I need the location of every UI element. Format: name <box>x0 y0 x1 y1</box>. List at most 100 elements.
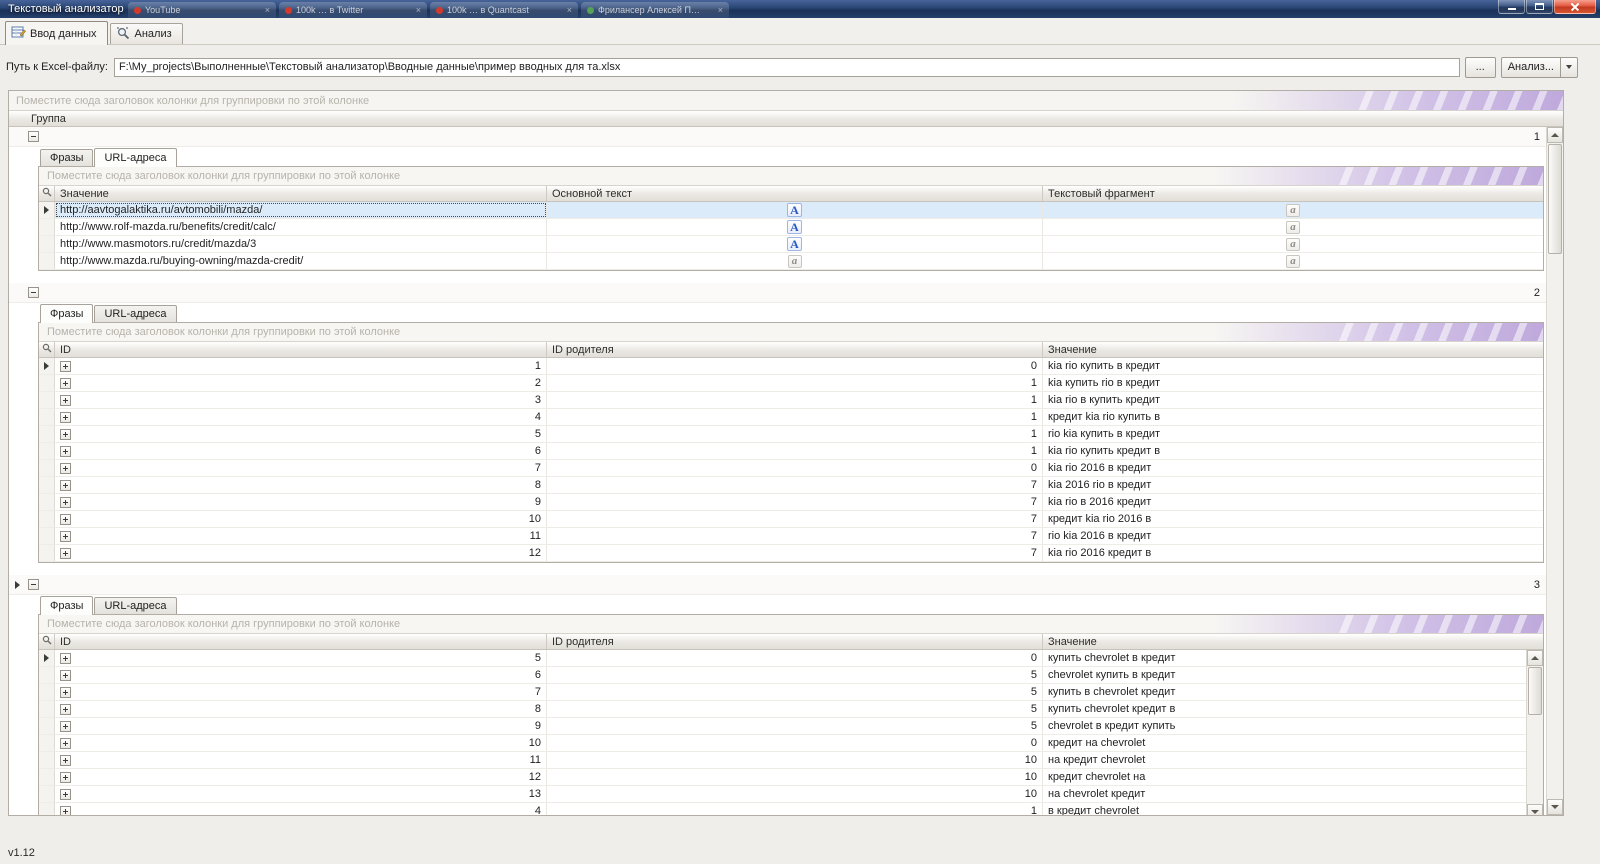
cell-id[interactable]: 9 <box>55 718 547 734</box>
browser-tab-close-icon[interactable]: × <box>718 5 723 15</box>
cell-value[interactable]: kia rio в 2016 кредит <box>1043 494 1543 510</box>
collapse-group-button[interactable] <box>28 131 39 142</box>
cell-id[interactable]: 10 <box>55 511 547 527</box>
table-row[interactable]: http://www.masmotors.ru/credit/mazda/3 Aa <box>39 236 1543 253</box>
cell-value[interactable]: кредит chevrolet на <box>1043 769 1526 785</box>
table-row[interactable]: 7 5 купить в chevrolet кредит <box>39 684 1526 701</box>
expand-row-button[interactable] <box>60 788 71 800</box>
browser-tab[interactable]: 100k … в Twitter × <box>279 2 427 18</box>
cell-text-fragment[interactable]: a <box>1043 253 1543 269</box>
cell-id[interactable]: 12 <box>55 545 547 561</box>
table-row[interactable]: 8 7 kia 2016 rio в кредит <box>39 477 1543 494</box>
cell-parent-id[interactable]: 7 <box>547 545 1043 561</box>
table-row[interactable]: 41в кредит chevrolet <box>39 803 1526 815</box>
fragment-empty-icon[interactable]: a <box>1286 220 1300 234</box>
table-row[interactable]: 12 7 kia rio 2016 кредит в <box>39 545 1543 562</box>
cell-parent-id[interactable]: 0 <box>547 358 1043 374</box>
cell-text-fragment[interactable]: a <box>1043 236 1543 252</box>
expand-row-button[interactable] <box>60 377 71 389</box>
group-by-panel[interactable]: Поместите сюда заголовок колонки для гру… <box>9 91 1563 111</box>
detail-tab[interactable]: URL-адреса <box>94 305 177 322</box>
cell-value[interactable]: http://www.rolf-mazda.ru/benefits/credit… <box>55 219 547 235</box>
cell-parent-id[interactable]: 5 <box>547 718 1043 734</box>
detail-tab[interactable]: URL-адреса <box>94 148 177 167</box>
table-row[interactable]: http://aavtogalaktika.ru/avtomobili/mazd… <box>39 202 1543 219</box>
browse-button[interactable]: ... <box>1464 56 1496 78</box>
cell-parent-id[interactable]: 5 <box>547 667 1043 683</box>
browser-tab[interactable]: YouTube × <box>128 2 276 18</box>
fragment-empty-icon[interactable]: a <box>1286 254 1300 268</box>
cell-id[interactable]: 12 <box>55 769 547 785</box>
table-row[interactable]: 13 10 на chevrolet кредит <box>39 786 1526 803</box>
table-row[interactable]: 10 7 кредит kia rio 2016 в <box>39 511 1543 528</box>
cell-parent-id[interactable]: 7 <box>547 528 1043 544</box>
table-row[interactable]: 6 1 kia rio купить кредит в <box>39 443 1543 460</box>
detail-tab[interactable]: URL-адреса <box>94 597 177 614</box>
expand-row-button[interactable] <box>60 754 71 766</box>
expand-row-button[interactable] <box>60 360 71 372</box>
cell-main-text[interactable]: a <box>547 253 1043 269</box>
main-text-filled-icon[interactable]: A <box>787 237 802 251</box>
cell-id[interactable]: 7 <box>55 460 547 476</box>
filter-header-cell[interactable] <box>39 186 55 201</box>
cell-value[interactable]: купить chevrolet в кредит <box>1043 650 1526 666</box>
column-header[interactable]: Значение <box>55 186 547 201</box>
column-header[interactable]: Значение <box>1043 342 1543 357</box>
group-master-row[interactable]: 2 <box>9 283 1546 303</box>
cell-parent-id[interactable]: 10 <box>547 752 1043 768</box>
close-button[interactable] <box>1554 0 1596 14</box>
scroll-track[interactable] <box>1527 716 1543 804</box>
main-text-filled-icon[interactable]: A <box>787 220 802 234</box>
scroll-track[interactable] <box>1547 255 1563 799</box>
browser-tab-close-icon[interactable]: × <box>567 5 572 15</box>
table-row[interactable]: 10 0 кредит на chevrolet <box>39 735 1526 752</box>
table-row[interactable]: 5 0 купить chevrolet в кредит <box>39 650 1526 667</box>
browser-tab-close-icon[interactable]: × <box>265 5 270 15</box>
cell-parent-id[interactable]: 7 <box>547 477 1043 493</box>
expand-row-button[interactable] <box>60 462 71 474</box>
cell-parent-id[interactable]: 1 <box>547 409 1043 425</box>
cell-id[interactable]: 1 <box>55 358 547 374</box>
cell-value[interactable]: kia rio купить в кредит <box>1043 358 1543 374</box>
detail-vertical-scrollbar[interactable] <box>1526 650 1543 815</box>
group-master-row[interactable]: 1 <box>9 127 1546 147</box>
expand-row-button[interactable] <box>60 669 71 681</box>
fragment-empty-icon[interactable]: a <box>1286 203 1300 217</box>
cell-id[interactable]: 4 <box>55 409 547 425</box>
column-header[interactable]: Основной текст <box>547 186 1043 201</box>
expand-row-button[interactable] <box>60 703 71 715</box>
column-header[interactable]: ID <box>55 634 547 649</box>
cell-parent-id[interactable]: 0 <box>547 650 1043 666</box>
cell-parent-id[interactable]: 1 <box>547 392 1043 408</box>
cell-id[interactable]: 4 <box>55 803 547 815</box>
table-row[interactable]: 7 0 kia rio 2016 в кредит <box>39 460 1543 477</box>
cell-parent-id[interactable]: 5 <box>547 701 1043 717</box>
cell-main-text[interactable]: A <box>547 236 1043 252</box>
cell-value[interactable]: http://aavtogalaktika.ru/avtomobili/mazd… <box>55 202 547 218</box>
table-row[interactable]: 9 7 kia rio в 2016 кредит <box>39 494 1543 511</box>
scroll-down-button[interactable] <box>1547 799 1563 815</box>
cell-value[interactable]: купить chevrolet кредит в <box>1043 701 1526 717</box>
minimize-button[interactable] <box>1498 0 1525 14</box>
cell-main-text[interactable]: A <box>547 202 1043 218</box>
column-header[interactable]: ID <box>55 342 547 357</box>
table-row[interactable]: 9 5 chevrolet в кредит купить <box>39 718 1526 735</box>
table-row[interactable]: http://www.rolf-mazda.ru/benefits/credit… <box>39 219 1543 236</box>
cell-parent-id[interactable]: 7 <box>547 511 1043 527</box>
tab-data-input[interactable]: Ввод данных <box>5 21 108 45</box>
cell-id[interactable]: 6 <box>55 667 547 683</box>
table-row[interactable]: 5 1 rio kia купить в кредит <box>39 426 1543 443</box>
cell-parent-id[interactable]: 5 <box>547 684 1043 700</box>
detail-tab[interactable]: Фразы <box>40 304 94 323</box>
column-header[interactable]: ID родителя <box>547 342 1043 357</box>
table-row[interactable]: http://www.mazda.ru/buying-owning/mazda-… <box>39 253 1543 270</box>
expand-row-button[interactable] <box>60 428 71 440</box>
cell-parent-id[interactable]: 1 <box>547 803 1043 815</box>
scroll-up-button[interactable] <box>1527 650 1543 666</box>
table-row[interactable]: 11 7 rio kia 2016 в кредит <box>39 528 1543 545</box>
cell-value[interactable]: kia купить rio в кредит <box>1043 375 1543 391</box>
filter-header-cell[interactable] <box>39 342 55 357</box>
filter-header-cell[interactable] <box>39 634 55 649</box>
column-header[interactable]: ID родителя <box>547 634 1043 649</box>
fragment-empty-icon[interactable]: a <box>1286 237 1300 251</box>
